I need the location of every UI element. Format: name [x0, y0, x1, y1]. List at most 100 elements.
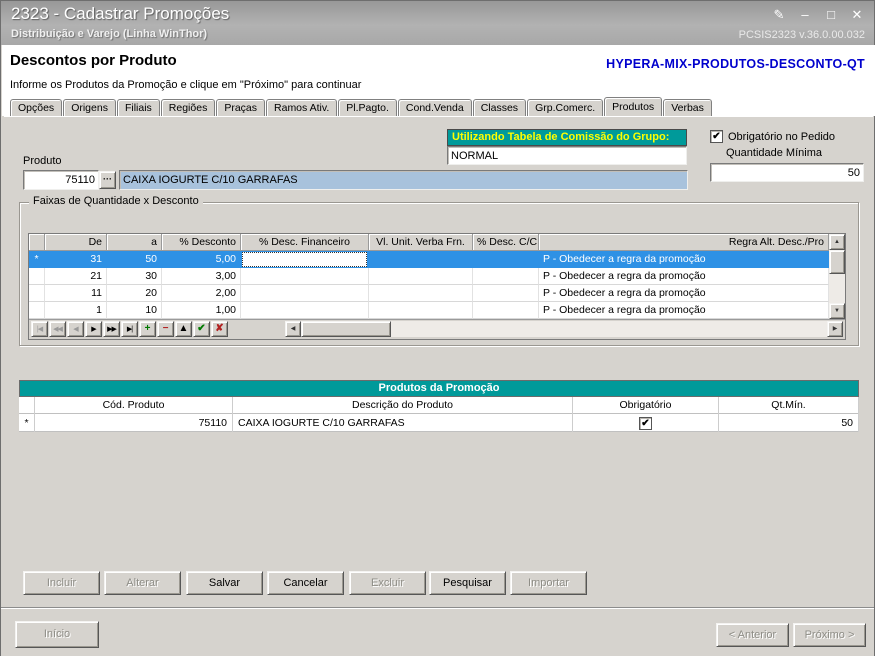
proximo-button[interactable]: Próximo >	[793, 623, 866, 647]
produtos-row[interactable]: * 75110 CAIXA IOGURTE C/10 GARRAFAS ✔ 50	[19, 414, 859, 432]
cell-vl_unit[interactable]	[369, 285, 473, 302]
cell-desc_cc[interactable]	[473, 285, 539, 302]
cell-indicator[interactable]	[29, 268, 45, 285]
commission-table-field[interactable]	[447, 146, 687, 165]
cell-vl_unit[interactable]	[369, 268, 473, 285]
min-qty-input[interactable]	[710, 163, 864, 182]
nav-post-button[interactable]: ✔	[193, 321, 210, 337]
nav-last-button[interactable]: ▶|	[121, 321, 138, 337]
tab-grp-comerc[interactable]: Grp.Comerc.	[527, 99, 604, 116]
cell-indicator[interactable]	[29, 302, 45, 319]
horizontal-scrollbar[interactable]: ◀ ▶	[285, 321, 843, 337]
cell-indicator[interactable]: *	[19, 414, 35, 432]
nav-edit-button[interactable]: ▲	[175, 321, 192, 337]
vertical-scrollbar[interactable]: ▲ ▼	[829, 234, 845, 319]
cell-vl_unit[interactable]	[369, 302, 473, 319]
faixas-row[interactable]: 1 10 1,00 P - Obedecer a regra da promoção	[29, 302, 829, 319]
faixas-grid: De a% Desconto% Desc. Financeiro Vl. Unit.…	[28, 233, 846, 340]
tab-classes[interactable]: Classes	[472, 99, 527, 116]
tab-produtos[interactable]: Produtos	[604, 97, 663, 116]
scroll-right-icon[interactable]: ▶	[827, 321, 843, 337]
inicio-button[interactable]: Início	[15, 621, 99, 648]
cell-regra[interactable]: P - Obedecer a regra da promoção	[539, 268, 829, 285]
cell-desconto[interactable]: 3,00	[162, 268, 241, 285]
nav-cancel-button[interactable]: ✘	[211, 321, 228, 337]
product-description-field[interactable]	[119, 170, 688, 190]
cell-obrigatorio[interactable]: ✔	[573, 414, 719, 432]
active-cell-editor[interactable]	[242, 252, 367, 267]
cell-de[interactable]: 31	[45, 251, 107, 268]
pesquisar-button[interactable]: Pesquisar	[429, 571, 506, 595]
product-lookup-button[interactable]: ···	[99, 171, 116, 189]
maximize-icon[interactable]: □	[823, 7, 839, 23]
tab-verbas[interactable]: Verbas	[663, 99, 712, 116]
page-title: Descontos por Produto	[10, 52, 177, 69]
nav-insert-button[interactable]: +	[139, 321, 156, 337]
horizontal-scrollbar-thumb[interactable]	[301, 321, 391, 337]
app-window: 2323 - Cadastrar Promoções Distribuição …	[0, 0, 875, 656]
tab-filiais[interactable]: Filiais	[116, 99, 160, 116]
excluir-button[interactable]: Excluir	[349, 571, 426, 595]
incluir-button[interactable]: Incluir	[23, 571, 100, 595]
minimize-icon[interactable]: –	[797, 7, 813, 23]
nav-next-button[interactable]: ▶	[85, 321, 102, 337]
nav-prior-page-button[interactable]: ◀◀	[49, 321, 66, 337]
close-icon[interactable]: ✕	[849, 7, 865, 23]
scroll-up-icon[interactable]: ▲	[829, 234, 845, 250]
product-code-input[interactable]	[23, 170, 99, 190]
cell-a[interactable]: 30	[107, 268, 162, 285]
cell-a[interactable]: 50	[107, 251, 162, 268]
vertical-scrollbar-thumb[interactable]	[829, 250, 845, 274]
faixas-column-header: % Desc. Financeiro	[241, 234, 369, 251]
cell-de[interactable]: 1	[45, 302, 107, 319]
tab-origens[interactable]: Origens	[63, 99, 116, 116]
cell-desconto[interactable]: 1,00	[162, 302, 241, 319]
cell-desc[interactable]: CAIXA IOGURTE C/10 GARRAFAS	[233, 414, 573, 432]
cell-desc_fin[interactable]	[241, 302, 369, 319]
tab-op-es[interactable]: Opções	[10, 99, 63, 116]
faixas-row[interactable]: 11 20 2,00 P - Obedecer a regra da promoção	[29, 285, 829, 302]
obrigatorio-checkbox[interactable]: ✔	[639, 416, 652, 430]
nav-first-button[interactable]: |◀	[31, 321, 48, 337]
faixas-row[interactable]: 21 30 3,00 P - Obedecer a regra da promoção	[29, 268, 829, 285]
cell-desc_cc[interactable]	[473, 251, 539, 268]
faixas-row[interactable]: * 31 50 5,00 P - Obedecer a regra da promoçã…	[29, 251, 829, 268]
cancelar-button[interactable]: Cancelar	[267, 571, 344, 595]
tab-cond-venda[interactable]: Cond.Venda	[397, 99, 472, 116]
nav-delete-button[interactable]: −	[157, 321, 174, 337]
cell-de[interactable]: 11	[45, 285, 107, 302]
produtos-table-title: Produtos da Promoção	[19, 380, 859, 397]
cell-desc_fin[interactable]	[241, 268, 369, 285]
scroll-down-icon[interactable]: ▼	[829, 303, 845, 319]
cell-desconto[interactable]: 5,00	[162, 251, 241, 268]
cell-desc_fin[interactable]	[241, 285, 369, 302]
cell-desc_cc[interactable]	[473, 302, 539, 319]
tab-ramos-ativ[interactable]: Ramos Ativ.	[266, 99, 338, 116]
cell-desconto[interactable]: 2,00	[162, 285, 241, 302]
nav-next-page-button[interactable]: ▶▶	[103, 321, 120, 337]
cell-a[interactable]: 20	[107, 285, 162, 302]
tab-pl-pagto[interactable]: Pl.Pagto.	[338, 99, 397, 116]
cell-cod[interactable]: 75110	[35, 414, 233, 432]
tab-pra-as[interactable]: Praças	[216, 99, 266, 116]
cell-regra[interactable]: P - Obedecer a regra da promoção	[539, 251, 829, 268]
cell-desc_cc[interactable]	[473, 268, 539, 285]
scroll-left-icon[interactable]: ◀	[285, 321, 301, 337]
mandatory-checkbox[interactable]: ✔	[710, 130, 723, 143]
tab-regi-es[interactable]: Regiões	[160, 99, 216, 116]
cell-indicator[interactable]: *	[29, 251, 45, 268]
alterar-button[interactable]: Alterar	[104, 571, 181, 595]
nav-prior-button[interactable]: ◀	[67, 321, 84, 337]
cell-a[interactable]: 10	[107, 302, 162, 319]
cell-desc_fin[interactable]	[241, 251, 369, 268]
cell-regra[interactable]: P - Obedecer a regra da promoção	[539, 285, 829, 302]
importar-button[interactable]: Importar	[510, 571, 587, 595]
cell-vl_unit[interactable]	[369, 251, 473, 268]
cell-de[interactable]: 21	[45, 268, 107, 285]
cell-indicator[interactable]	[29, 285, 45, 302]
salvar-button[interactable]: Salvar	[186, 571, 263, 595]
edit-icon[interactable]: ✎	[771, 7, 787, 23]
cell-qtmin[interactable]: 50	[719, 414, 859, 432]
cell-regra[interactable]: P - Obedecer a regra da promoção	[539, 302, 829, 319]
anterior-button[interactable]: < Anterior	[716, 623, 789, 647]
